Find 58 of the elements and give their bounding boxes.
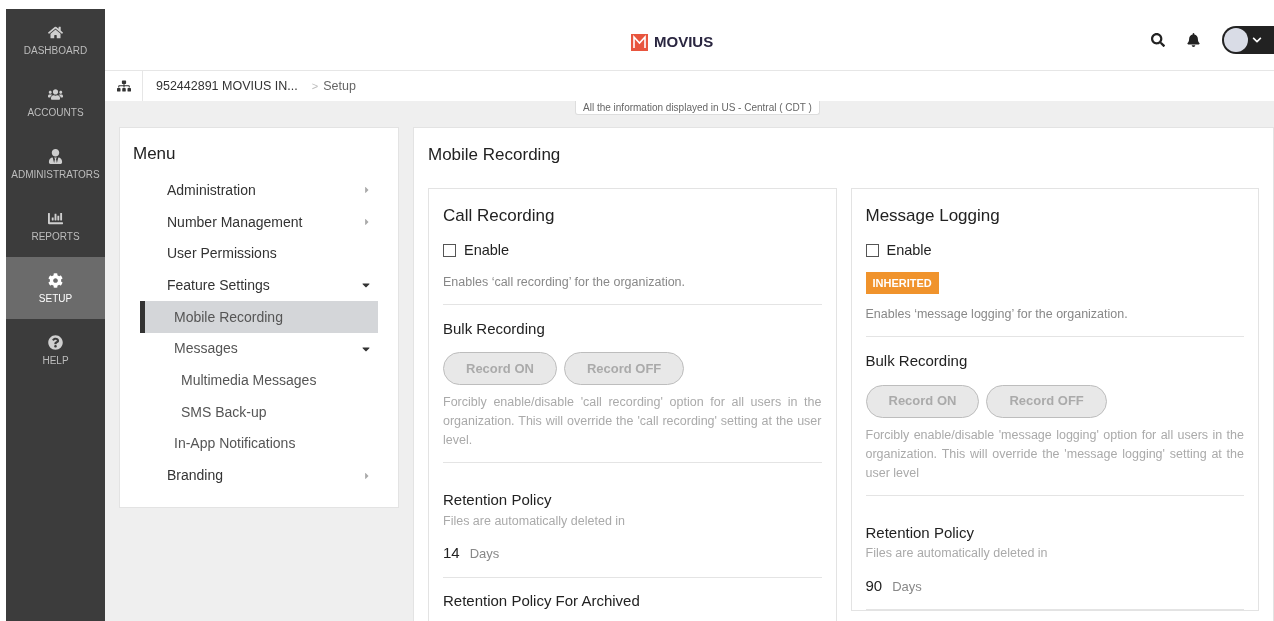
inherited-tag: INHERITED <box>865 271 939 295</box>
menu-item[interactable]: Mobile Recording <box>140 301 378 333</box>
section-subtitle: Files are automatically deleted in <box>443 512 627 530</box>
bar-chart-icon <box>48 210 63 226</box>
users-icon <box>48 86 63 102</box>
help-icon <box>48 334 63 350</box>
section-title: Retention Policy <box>865 522 975 543</box>
page-title: Mobile Recording <box>428 144 562 166</box>
timezone-notice: All the information displayed in US - Central ( CDT ) <box>575 101 820 115</box>
chevron-down-icon <box>1252 34 1262 45</box>
nav-item[interactable]: HELP <box>6 319 105 381</box>
description: Forcibly enable/disable 'message logging' option for all users in the organization. This will override the 'message logging' setting at the user level <box>865 425 1244 496</box>
breadcrumb-current: Setup <box>323 77 356 95</box>
search-icon[interactable] <box>1151 32 1165 47</box>
nav-item[interactable]: ACCOUNTS <box>6 71 105 133</box>
menu-item[interactable]: In-App Notifications <box>140 428 378 460</box>
checkbox[interactable] <box>865 244 879 258</box>
hierarchy-icon[interactable] <box>116 79 131 93</box>
retention-value: 90 <box>865 575 883 596</box>
breadcrumb-link[interactable]: 952442891 MOVIUS IN... <box>156 76 298 96</box>
section-title: Retention Policy For Archived <box>443 590 641 611</box>
breadcrumb-separator: > <box>311 78 319 94</box>
menu-item[interactable]: Branding <box>140 459 378 492</box>
logo-text: MOVIUS <box>654 32 714 52</box>
person-icon <box>48 148 63 164</box>
section-title: Bulk Recording <box>443 318 546 339</box>
nav-item[interactable]: SETUP <box>6 257 105 319</box>
menu-item[interactable]: Administration <box>140 174 378 207</box>
settings-icon <box>48 272 63 288</box>
checkbox-label: Enable <box>886 241 932 260</box>
menu-item[interactable]: Messages <box>140 332 378 365</box>
account-menu-button[interactable] <box>1222 25 1274 54</box>
logo-icon <box>631 33 648 51</box>
nav-item[interactable]: DASHBOARD <box>6 9 105 71</box>
menu-title: Menu <box>132 143 177 165</box>
home-icon <box>48 24 63 40</box>
checkbox[interactable] <box>443 244 456 258</box>
menu-item[interactable]: Number Management <box>140 206 378 238</box>
notification-icon[interactable] <box>1187 32 1200 47</box>
retention-value: 14 <box>443 543 460 564</box>
nav-item[interactable]: REPORTS <box>6 195 105 257</box>
avatar <box>1224 27 1248 52</box>
description: Enables ‘call recording’ for the organization. <box>443 272 822 305</box>
checkbox-label: Enable <box>464 241 510 260</box>
description: Enables ‘message logging’ for the organization. <box>865 305 1244 337</box>
section-title: Bulk Recording <box>865 351 969 371</box>
menu-item[interactable]: User Permissions <box>140 237 378 270</box>
menu-item[interactable]: Feature Settings <box>140 269 378 302</box>
nav-item[interactable]: ADMINISTRATORS <box>6 133 105 195</box>
retention-unit: Days <box>469 545 500 564</box>
menu-item[interactable]: Multimedia Messages <box>140 364 378 397</box>
description: Forcibly enable/disable 'call recording' option for all users in the organization. This will override the 'call recording' setting at the user level. <box>443 393 822 463</box>
section-title: Retention Policy <box>443 490 553 510</box>
card-title: Call Recording <box>443 204 556 227</box>
menu-item[interactable]: SMS Back-up <box>140 396 378 428</box>
section-subtitle: Files are automatically deleted in <box>865 545 1049 562</box>
card-title: Message Logging <box>865 204 1001 227</box>
retention-unit: Days <box>892 577 922 596</box>
